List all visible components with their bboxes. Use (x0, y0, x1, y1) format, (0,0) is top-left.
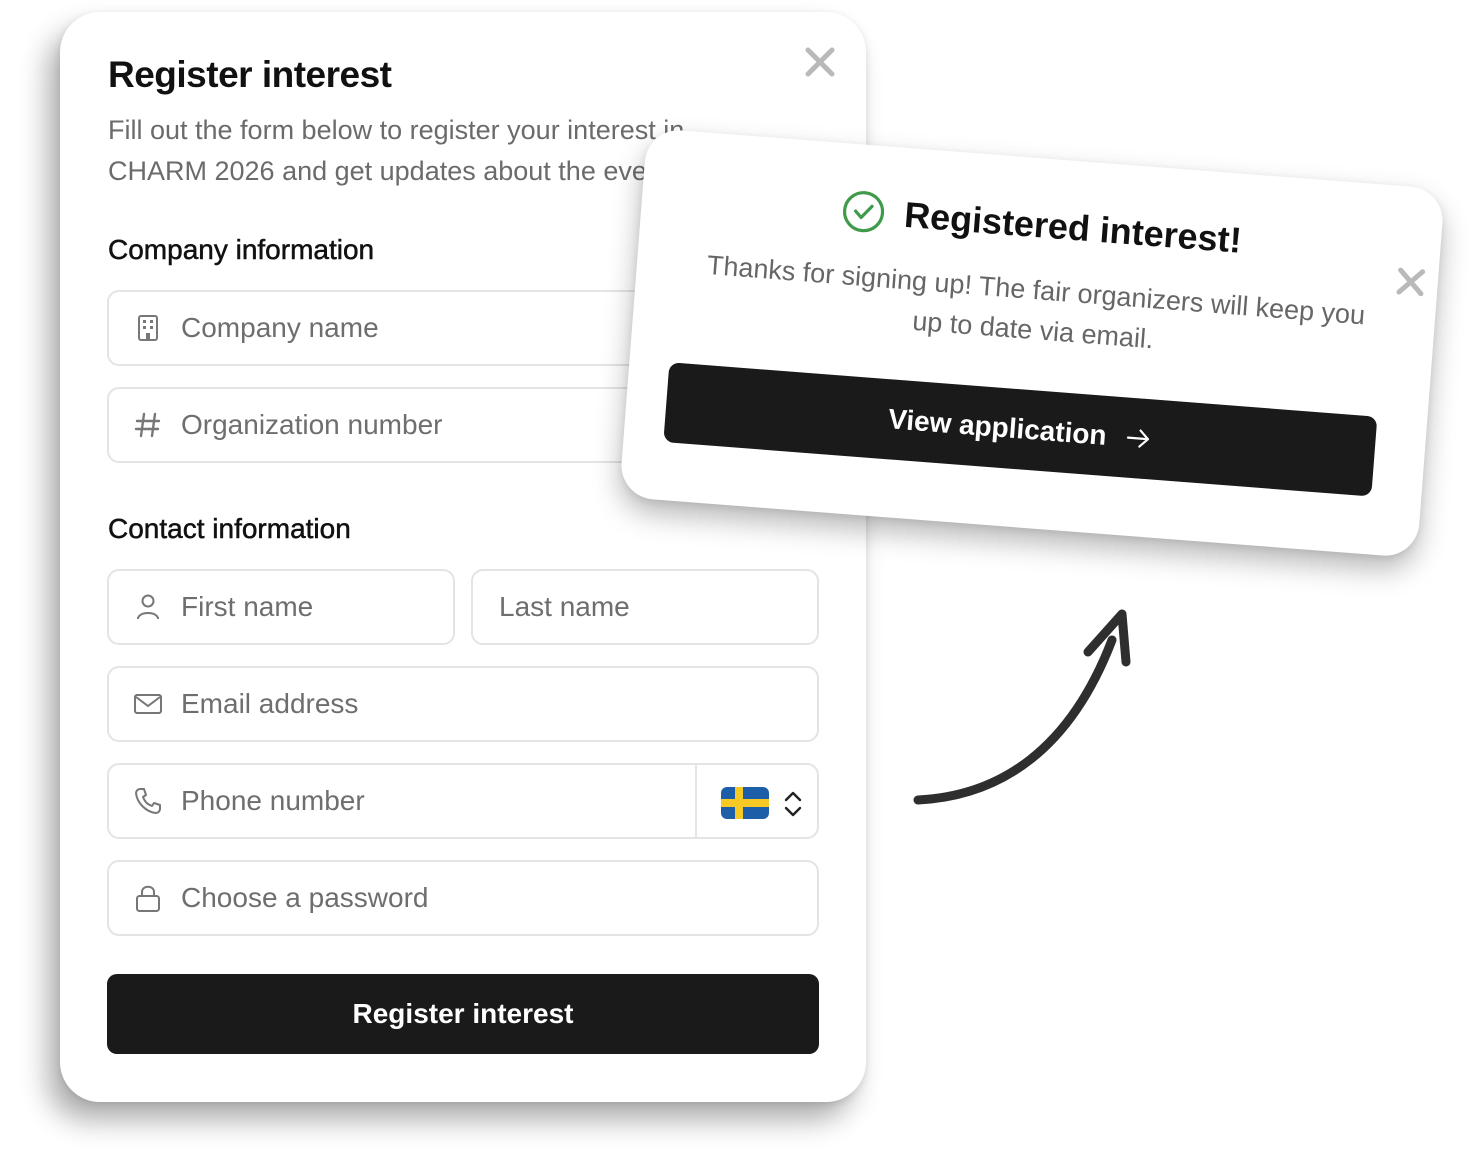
page-title: Register interest (108, 54, 392, 95)
company-name-placeholder: Company name (181, 312, 379, 343)
organization-number-placeholder: Organization number (181, 409, 443, 440)
contact-section-heading: Contact information (108, 513, 351, 545)
close-icon[interactable] (1393, 264, 1430, 301)
curved-arrow-icon (913, 609, 1131, 805)
sweden-flag-icon[interactable] (721, 787, 769, 819)
hash-icon (133, 410, 163, 440)
phone-icon (133, 786, 163, 816)
building-icon (133, 313, 163, 343)
check-circle-icon (842, 191, 885, 233)
first-name-placeholder: First name (181, 591, 314, 622)
arrow-right-icon (1127, 429, 1150, 448)
last-name-placeholder: Last name (499, 591, 630, 622)
user-icon (133, 592, 163, 622)
view-application-button[interactable]: View application (663, 362, 1378, 497)
first-name-field[interactable]: First name (107, 569, 455, 645)
chevron-up-down-icon[interactable] (781, 789, 805, 819)
stage: Register interest Fill out the form belo… (0, 0, 1472, 1164)
email-field[interactable]: Email address (107, 666, 819, 742)
popup-title: Registered interest! (902, 193, 1244, 261)
password-placeholder: Choose a password (181, 882, 429, 913)
phone-field[interactable]: Phone number (107, 763, 819, 839)
register-interest-button[interactable]: Register interest (107, 974, 819, 1054)
view-application-label: View application (887, 403, 1108, 451)
phone-divider (695, 765, 697, 837)
lock-icon (133, 883, 163, 913)
mail-icon (133, 689, 163, 719)
phone-placeholder: Phone number (181, 785, 365, 816)
close-icon[interactable] (802, 44, 838, 80)
company-section-heading: Company information (108, 234, 375, 266)
password-field[interactable]: Choose a password (107, 860, 819, 936)
last-name-field[interactable]: Last name (471, 569, 819, 645)
email-placeholder: Email address (181, 688, 359, 719)
success-popup: Registered interest! Thanks for signing … (618, 127, 1446, 559)
